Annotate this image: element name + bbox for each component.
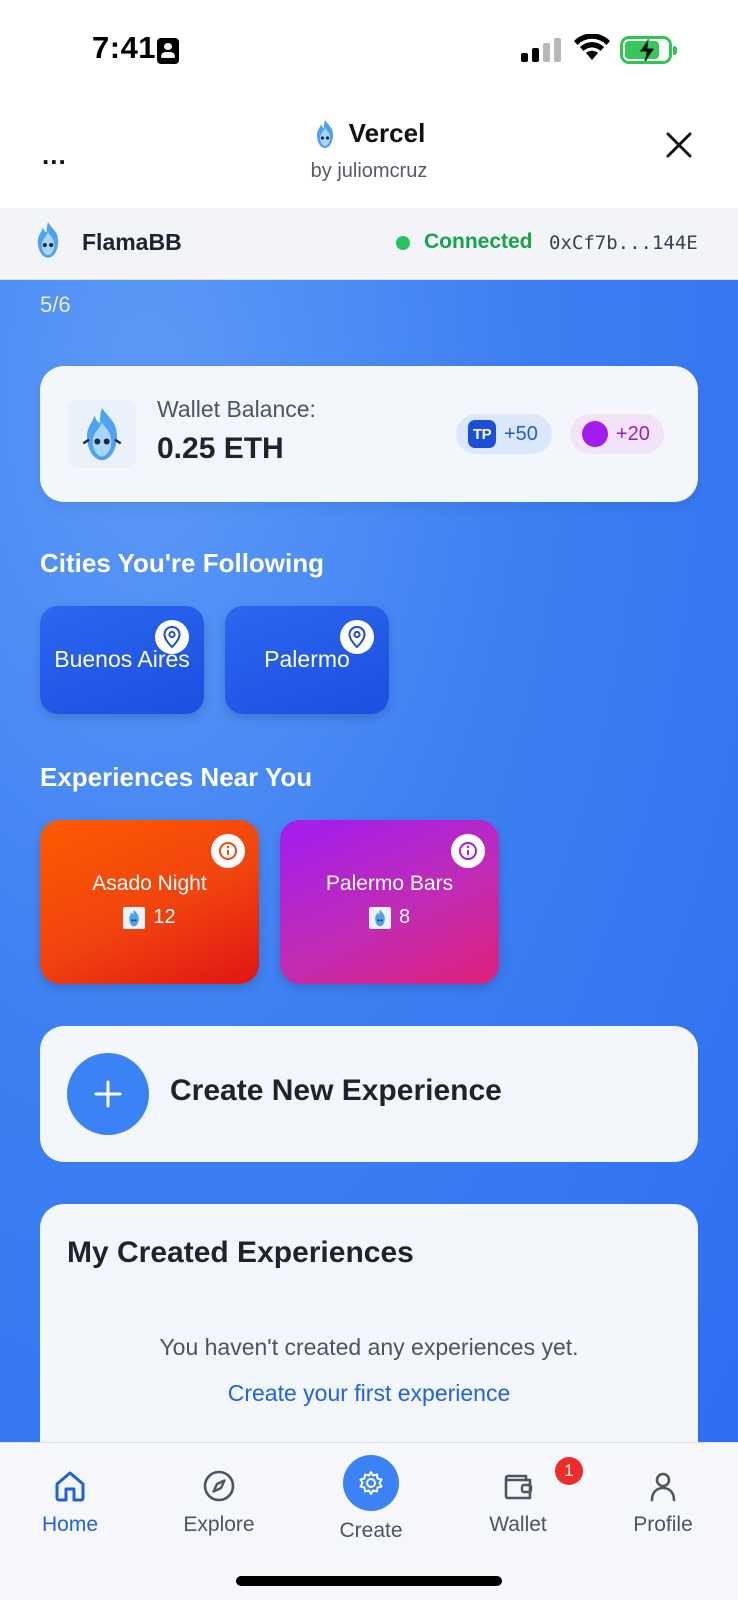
wallet-balance-label: Wallet Balance: bbox=[157, 396, 316, 422]
wallet-icon bbox=[504, 1474, 533, 1500]
notification-badge: 1 bbox=[555, 1457, 583, 1485]
app-name: FlamaBB bbox=[82, 229, 182, 255]
status-time: 7:41 bbox=[92, 30, 157, 65]
experience-count: 8 bbox=[398, 906, 411, 928]
gear-icon bbox=[359, 1471, 383, 1495]
nav-home[interactable]: Home bbox=[10, 1465, 130, 1537]
home-icon bbox=[55, 1471, 85, 1502]
main-content: 5/6 Wallet Balance: 0.25 ETH TP +50 +20 … bbox=[0, 280, 738, 1442]
mini-app-header: ... Vercel by juliomcruz bbox=[0, 100, 738, 208]
create-first-experience-link[interactable]: Create your first experience bbox=[40, 1380, 698, 1407]
info-icon[interactable] bbox=[451, 834, 485, 868]
flame-mascot-icon bbox=[368, 906, 391, 929]
nav-explore-label: Explore bbox=[183, 1513, 255, 1536]
flame-mascot-icon bbox=[316, 119, 333, 148]
experience-card-asado-night[interactable]: Asado Night 12 bbox=[40, 820, 259, 984]
create-experience-label: Create New Experience bbox=[170, 1074, 502, 1107]
city-card-palermo[interactable]: Palermo bbox=[225, 606, 389, 714]
nav-create-label: Create bbox=[339, 1519, 403, 1542]
progress-counter: 5/6 bbox=[40, 292, 71, 317]
experience-count: 12 bbox=[153, 906, 176, 928]
wifi-icon bbox=[574, 34, 610, 60]
avatar bbox=[68, 400, 136, 468]
city-name: Buenos Aires bbox=[54, 646, 190, 672]
empty-state-text: You haven't created any experiences yet. bbox=[159, 1334, 579, 1360]
info-icon[interactable] bbox=[211, 834, 245, 868]
battery-charging-icon bbox=[620, 36, 677, 64]
nav-profile-label: Profile bbox=[633, 1513, 693, 1536]
flame-mascot-icon bbox=[37, 222, 59, 258]
connection-status: Connected bbox=[424, 230, 533, 253]
connection-bar: FlamaBB Connected 0xCf7b...144E bbox=[0, 208, 738, 280]
tp-token-icon: TP bbox=[468, 420, 496, 448]
experiences-section-title: Experiences Near You bbox=[40, 762, 313, 792]
experience-meta: 8 bbox=[280, 906, 499, 929]
nav-wallet-label: Wallet bbox=[489, 1513, 547, 1536]
city-name: Palermo bbox=[264, 646, 350, 672]
experience-title: Palermo Bars bbox=[325, 872, 454, 895]
app-author: by juliomcruz bbox=[310, 159, 428, 182]
cellular-signal-icon bbox=[521, 38, 561, 62]
close-icon[interactable] bbox=[664, 130, 694, 160]
plus-icon bbox=[67, 1053, 149, 1135]
my-experiences-card: My Created Experiences You haven't creat… bbox=[40, 1204, 698, 1442]
flame-mascot-icon bbox=[82, 407, 122, 461]
connected-status-dot bbox=[396, 236, 410, 250]
compass-icon bbox=[203, 1470, 235, 1502]
user-icon bbox=[650, 1472, 676, 1502]
id-card-icon bbox=[157, 38, 179, 64]
cities-section-title: Cities You're Following bbox=[40, 548, 325, 578]
flame-mascot-icon bbox=[123, 906, 146, 929]
wallet-balance-card: Wallet Balance: 0.25 ETH TP +50 +20 bbox=[40, 366, 698, 502]
tp-points-value: +50 bbox=[504, 422, 538, 445]
tp-points-pill: TP +50 bbox=[456, 414, 552, 454]
purple-points-pill: +20 bbox=[570, 414, 664, 454]
nav-profile[interactable]: Profile bbox=[603, 1465, 723, 1537]
wallet-balance-value: 0.25 ETH bbox=[157, 432, 284, 465]
purple-token-icon bbox=[582, 421, 608, 447]
experience-meta: 12 bbox=[40, 906, 259, 929]
create-fab bbox=[343, 1455, 399, 1511]
home-indicator[interactable] bbox=[236, 1576, 502, 1586]
experience-title: Asado Night bbox=[92, 872, 207, 895]
nav-home-label: Home bbox=[41, 1513, 99, 1536]
purple-points-value: +20 bbox=[616, 422, 650, 445]
my-experiences-title: My Created Experiences bbox=[67, 1236, 414, 1269]
wallet-address[interactable]: 0xCf7b...144E bbox=[549, 232, 698, 254]
app-title: Vercel bbox=[313, 118, 426, 149]
nav-create[interactable]: Create bbox=[311, 1455, 431, 1543]
city-card-buenos-aires[interactable]: Buenos Aires bbox=[40, 606, 204, 714]
nav-explore[interactable]: Explore bbox=[159, 1465, 279, 1537]
app-title-text: Vercel bbox=[348, 118, 426, 148]
status-bar: 7:41 bbox=[0, 0, 738, 100]
experience-card-palermo-bars[interactable]: Palermo Bars 8 bbox=[280, 820, 499, 984]
create-experience-button[interactable]: Create New Experience bbox=[40, 1026, 698, 1162]
